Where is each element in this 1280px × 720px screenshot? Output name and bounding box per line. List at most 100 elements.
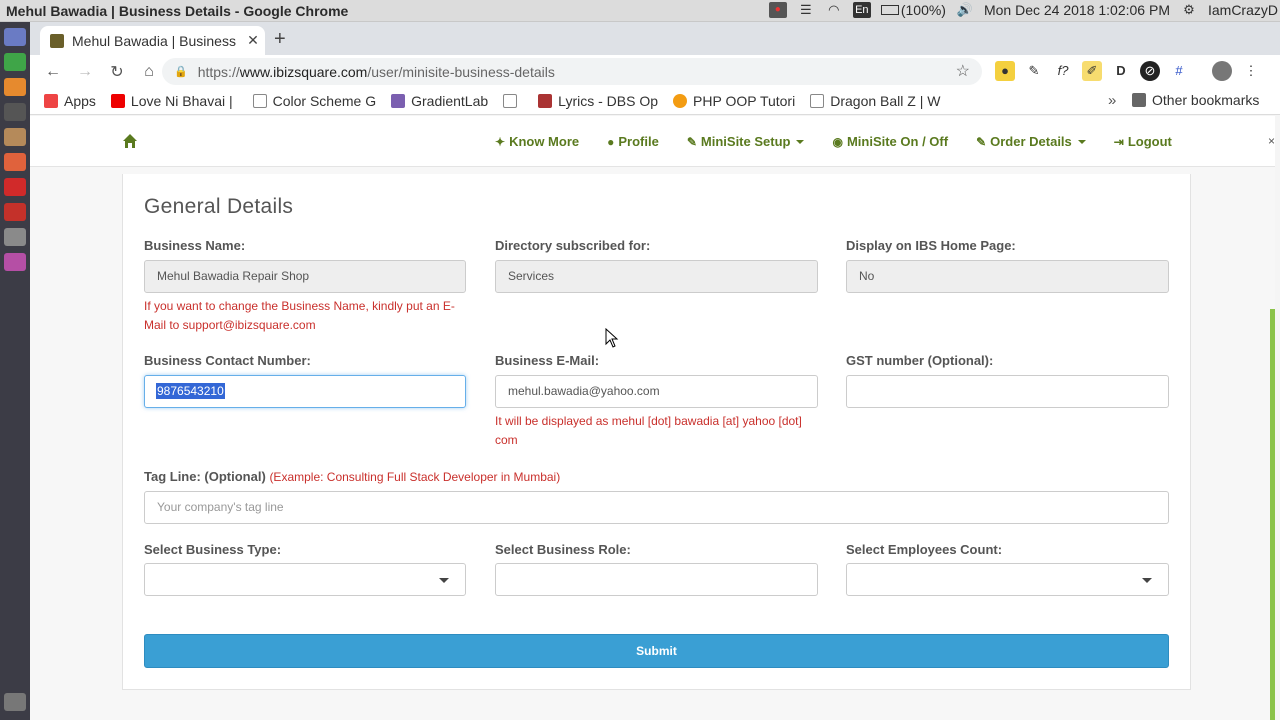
site-navbar: ✦ Know More ● Profile ✎ MiniSite Setup ◉ Min…	[30, 116, 1275, 167]
business-role-label: Select Business Role:	[495, 542, 631, 557]
tab-title: Mehul Bawadia | Business Details	[72, 32, 241, 49]
volume-icon[interactable]: 🔊	[956, 2, 974, 18]
business-role-input[interactable]	[495, 563, 818, 596]
bookmark-item[interactable]: Color Scheme G	[252, 93, 377, 109]
sublime-icon[interactable]	[4, 78, 26, 96]
bookmark-item[interactable]: Dragon Ball Z | W	[810, 93, 940, 109]
new-tab-icon[interactable]: +	[274, 28, 286, 51]
bookmark-item[interactable]: GradientLab	[391, 93, 488, 109]
filezilla-icon[interactable]	[4, 203, 26, 221]
nav-order-details[interactable]: ✎ Order Details	[976, 134, 1086, 149]
business-type-select[interactable]	[144, 563, 466, 596]
dash-icon[interactable]	[4, 28, 26, 46]
browser-toolbar: ← → ↻ ⌂ 🔒 https://www.ibizsquare.com/use…	[30, 55, 1280, 88]
bookmark-item[interactable]	[503, 94, 523, 108]
directory-label: Directory subscribed for:	[495, 238, 651, 253]
scrollbar[interactable]	[1270, 309, 1275, 720]
extension-grid-icon[interactable]: #	[1169, 61, 1189, 81]
back-icon[interactable]: ←	[38, 63, 68, 81]
extension-block-icon[interactable]: ⊘	[1140, 61, 1160, 81]
record-icon[interactable]: ●	[768, 2, 787, 18]
tab-active[interactable]: Mehul Bawadia | Business Details ✕	[40, 26, 265, 55]
launcher-dock	[0, 22, 30, 720]
display-home-field[interactable]: No	[846, 260, 1169, 293]
gst-field[interactable]	[846, 375, 1169, 408]
user-name[interactable]: IamCrazyD	[1208, 2, 1278, 18]
close-icon[interactable]: ✕	[241, 32, 265, 49]
tab-bar: Mehul Bawadia | Business Details ✕ +	[30, 22, 1280, 55]
gear-icon[interactable]: ⚙	[1180, 2, 1198, 18]
caret-down-icon	[796, 139, 805, 144]
bookmark-item[interactable]: Lyrics - DBS Op	[538, 93, 658, 109]
extension-bulb-icon[interactable]: ●	[995, 61, 1015, 81]
opera-icon[interactable]	[4, 178, 26, 196]
terminal-icon[interactable]	[4, 103, 26, 121]
link-icon: ✎	[686, 134, 697, 149]
bookmark-label: Dragon Ball Z | W	[830, 93, 941, 109]
address-bar[interactable]: 🔒 https://www.ibizsquare.com/user/minisi…	[162, 58, 982, 85]
tagline-field[interactable]: Your company's tag line	[144, 491, 1169, 524]
battery-icon[interactable]: (100%)	[880, 2, 946, 18]
business-name-label: Business Name:	[144, 238, 246, 253]
trash-icon[interactable]	[4, 693, 26, 711]
extension-picker-icon[interactable]: ✎	[1024, 61, 1044, 81]
contact-number-field[interactable]: 9876543210	[144, 375, 466, 408]
bookmark-label: Lyrics - DBS Op	[558, 93, 659, 109]
app-icon[interactable]	[4, 253, 26, 271]
nav-label: Order Details	[990, 134, 1072, 149]
tagline-placeholder: Your company's tag line	[157, 500, 284, 514]
business-type-label: Select Business Type:	[144, 542, 282, 557]
bookmark-item[interactable]: Love Ni Bhavai |	[110, 93, 233, 109]
window-title: Mehul Bawadia | Business Details - Googl…	[6, 3, 349, 19]
nav-minisite-setup[interactable]: ✎ MiniSite Setup	[687, 134, 805, 149]
apps-icon	[44, 94, 58, 108]
bookmark-label: Color Scheme G	[272, 93, 377, 109]
nav-logout[interactable]: ⇥ Logout	[1114, 134, 1172, 149]
files-icon[interactable]	[4, 128, 26, 146]
wifi-icon[interactable]: ◠	[825, 2, 843, 18]
nav-know-more[interactable]: ✦ Know More	[495, 134, 579, 149]
nav-profile[interactable]: ● Profile	[607, 134, 659, 149]
bookmark-item[interactable]: Apps	[44, 93, 96, 109]
user-icon: ●	[607, 134, 615, 149]
reload-icon[interactable]: ↻	[102, 62, 132, 82]
firefox-icon[interactable]	[4, 153, 26, 171]
youtube-icon	[110, 94, 125, 108]
extension-note-icon[interactable]: ✐	[1082, 61, 1102, 81]
notes-icon[interactable]: ☰	[797, 2, 815, 18]
email-label: Business E-Mail:	[495, 353, 600, 368]
os-top-bar: Mehul Bawadia | Business Details - Googl…	[0, 0, 1280, 22]
business-name-field[interactable]: Mehul Bawadia Repair Shop	[144, 260, 466, 293]
close-icon[interactable]: ×	[1268, 134, 1275, 148]
menu-icon[interactable]: ⋮	[1241, 61, 1261, 81]
home-icon[interactable]	[122, 133, 138, 149]
employees-count-select[interactable]	[846, 563, 1169, 596]
chevron-down-icon	[1142, 578, 1152, 583]
bookmark-item[interactable]: PHP OOP Tutori	[673, 93, 795, 109]
tagline-label-row: Tag Line: (Optional) (Example: Consultin…	[144, 469, 560, 484]
nav-minisite-onoff[interactable]: ◉ MiniSite On / Off	[832, 134, 948, 149]
other-bookmarks[interactable]: Other bookmarks	[1132, 92, 1259, 108]
avatar[interactable]	[1212, 61, 1232, 81]
contact-number-label: Business Contact Number:	[144, 353, 311, 368]
directory-field[interactable]: Services	[495, 260, 818, 293]
clock[interactable]: Mon Dec 24 2018 1:02:06 PM	[984, 2, 1170, 18]
extension-formula-icon[interactable]: f?	[1053, 61, 1073, 81]
url-scheme: https://	[197, 63, 240, 80]
nav-label: Profile	[618, 134, 659, 149]
extension-d-icon[interactable]: D	[1111, 61, 1131, 81]
home-icon[interactable]: ⌂	[134, 63, 164, 81]
bookmarks-overflow-icon[interactable]: »	[1108, 92, 1116, 109]
bookmark-star-icon[interactable]: ☆	[956, 61, 970, 81]
bookmark-label: PHP OOP Tutori	[693, 93, 796, 109]
forward-icon[interactable]: →	[70, 63, 100, 81]
settings-icon[interactable]	[4, 228, 26, 246]
page-content: ✦ Know More ● Profile ✎ MiniSite Setup ◉ Min…	[30, 116, 1275, 720]
favicon-icon	[50, 33, 64, 48]
other-bookmarks-label: Other bookmarks	[1152, 92, 1260, 108]
contact-number-value: 9876543210	[156, 383, 225, 399]
submit-button[interactable]: Submit	[144, 634, 1169, 668]
language-indicator[interactable]: En	[852, 2, 871, 18]
chrome-icon[interactable]	[4, 53, 26, 71]
email-field[interactable]: mehul.bawadia@yahoo.com	[495, 375, 818, 408]
